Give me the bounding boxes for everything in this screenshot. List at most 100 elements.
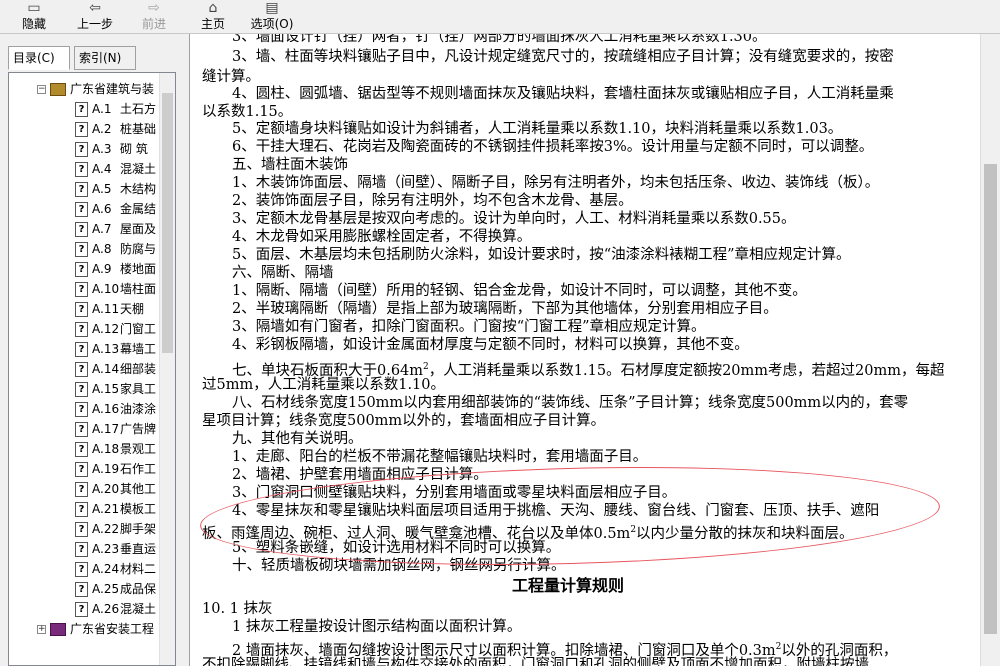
- tree-item[interactable]: ? A.1 土石方: [75, 99, 156, 119]
- content-line: 十、轻质墙板砌块墙需加钢丝网，钢丝网另行计算。: [232, 558, 566, 574]
- help-page-icon: ?: [75, 422, 88, 437]
- content-line: 过5mm，人工消耗量乘以系数1.10。: [202, 377, 446, 393]
- content-line: 3、隔墙如有门窗者，扣除门窗面积。门窗按“门窗工程”章相应规定计算。: [232, 319, 706, 335]
- tree-item[interactable]: ? A.7 屋面及: [75, 219, 156, 239]
- tree-scrollbar[interactable]: [159, 73, 175, 665]
- tree-root-node[interactable]: − 广东省建筑与装: [37, 79, 154, 99]
- tree-item[interactable]: ? A.2 桩基础: [75, 119, 156, 139]
- tree-item[interactable]: ? A.22脚手架: [75, 519, 156, 539]
- content-line: 4、木龙骨如采用膨胀螺栓固定者，不得换算。: [232, 229, 532, 245]
- collapse-icon[interactable]: −: [37, 85, 46, 94]
- tree-item[interactable]: ? A.3 砌 筑: [75, 139, 148, 159]
- tree-item[interactable]: ? A.14细部装: [75, 359, 156, 379]
- contents-tree: − 广东省建筑与装 ? A.1 土石方? A.2 桩基础? A.3 砌 筑? A.4 混凝土? A.…: [8, 72, 176, 666]
- section-heading: 工程量计算规则: [512, 576, 625, 595]
- tree-item-code: A.5: [92, 182, 112, 196]
- tree-item[interactable]: ? A.5 木结构: [75, 179, 156, 199]
- tree-item-label: 其他工: [120, 482, 157, 496]
- tree-item-label: 细部装: [120, 362, 157, 376]
- toolbar: ▭ 隐藏 ⇦ 上一步 ⇨ 前进 ⌂ 主页 ▤ 选项(O): [0, 0, 1000, 34]
- tree-item-label: 屋面及: [120, 222, 157, 236]
- tree-item-label: 材料二: [120, 562, 157, 576]
- tree-item[interactable]: ? A.19石作工: [75, 459, 156, 479]
- back-button[interactable]: ⇦ 上一步: [70, 0, 120, 34]
- help-page-icon: ?: [75, 522, 88, 537]
- hide-icon: ▭: [27, 0, 41, 16]
- help-page-icon: ?: [75, 282, 88, 297]
- content-scroll-thumb[interactable]: [984, 164, 997, 634]
- help-page-icon: ?: [75, 602, 88, 617]
- tree-second-root-node[interactable]: + 广东省安装工程: [37, 619, 154, 639]
- help-page-icon: ?: [75, 342, 88, 357]
- content-line: 八、石材线条宽度150mm以内套用细部装饰的“装饰线、压条”子目计算；线条宽度5…: [232, 395, 909, 411]
- content-line: 不扣除踢脚线、挂镜线和墙与构件交接处的面积，门窗洞口和孔洞的侧壁及顶面不增加面积…: [202, 657, 869, 666]
- content-line: 6、干挂大理石、花岗岩及陶瓷面砖的不锈钢挂件损耗率按3%。设计用量与定额不同时，…: [232, 139, 874, 155]
- tree-item[interactable]: ? A.16油漆涂: [75, 399, 156, 419]
- help-page-icon: ?: [75, 162, 88, 177]
- tree-item-code: A.22: [92, 522, 120, 536]
- content-scrollbar[interactable]: [980, 34, 1000, 666]
- tree-item[interactable]: ? A.11天棚: [75, 299, 144, 319]
- tree-item-code: A.11: [92, 302, 120, 316]
- tree-item-code: A.2: [92, 122, 112, 136]
- help-page-icon: ?: [75, 562, 88, 577]
- tree-item-label: 幕墙工: [120, 342, 157, 356]
- tree-item-code: A.20: [92, 482, 120, 496]
- tree-item-code: A.14: [92, 362, 120, 376]
- tree-item-label: 油漆涂: [120, 402, 157, 416]
- tree-item[interactable]: ? A.4 混凝土: [75, 159, 156, 179]
- arrow-left-icon: ⇦: [89, 0, 101, 16]
- tree-item-label: 混凝土: [120, 602, 157, 616]
- tree-item-label: 广告牌: [120, 422, 157, 436]
- forward-button[interactable]: ⇨ 前进: [134, 0, 174, 34]
- content-line: 2、装饰饰面层子目，除另有注明外，均不包含木龙骨、基层。: [232, 193, 633, 209]
- tree-item[interactable]: ? A.8 防腐与: [75, 239, 156, 259]
- content-line: 4、圆柱、圆弧墙、锯齿型等不规则墙面抹灰及镶贴块料，套墙柱面抹灰或镶贴相应子目，…: [232, 86, 894, 102]
- tree-item-label: 土石方: [120, 102, 157, 116]
- help-page-icon: ?: [75, 222, 88, 237]
- tree-item[interactable]: ? A.20其他工: [75, 479, 156, 499]
- tree-scroll-thumb[interactable]: [162, 93, 173, 353]
- tree-item-label: 防腐与: [120, 242, 157, 256]
- content-line: 4、彩钢板隔墙，如设计金属面材厚度与定额不同时，材料可以换算，其他不变。: [232, 337, 749, 353]
- tree-item[interactable]: ? A.18景观工: [75, 439, 156, 459]
- tree-item[interactable]: ? A.10墙柱面: [75, 279, 156, 299]
- expand-icon[interactable]: +: [37, 625, 46, 634]
- help-page-icon: ?: [75, 142, 88, 157]
- content-line: 3、定额木龙骨基层是按双向考虑的。设计为单向时，人工、材料消耗量乘以系数0.55…: [232, 211, 796, 227]
- help-page-icon: ?: [75, 482, 88, 497]
- tree-item-code: A.4: [92, 162, 112, 176]
- tree-item[interactable]: ? A.25成品保: [75, 579, 156, 599]
- content-line: 六、隔断、隔墙: [232, 265, 334, 281]
- tree-item[interactable]: ? A.23垂直运: [75, 539, 156, 559]
- tree-item[interactable]: ? A.12门窗工: [75, 319, 156, 339]
- tree-item-label: 脚手架: [120, 522, 157, 536]
- tree-item[interactable]: ? A.6 金属结: [75, 199, 156, 219]
- tree-item[interactable]: ? A.24材料二: [75, 559, 156, 579]
- tree-item[interactable]: ? A.9 楼地面: [75, 259, 156, 279]
- hide-button[interactable]: ▭ 隐藏: [14, 0, 54, 34]
- content-line: 九、其他有关说明。: [232, 431, 363, 447]
- tree-item-code: A.23: [92, 542, 120, 556]
- content-pane: 3、墙面设计钉（挂）网者，钉（挂）网部分的墙面抹灰人工消耗量乘以系数1.30。 …: [192, 34, 980, 666]
- tab-contents[interactable]: 目录(C): [8, 46, 70, 70]
- content-line: 星项目计算；线条宽度500mm以外的，套墙面相应子目计算。: [202, 413, 606, 429]
- tree-item-code: A.6: [92, 202, 112, 216]
- tree-item[interactable]: ? A.17广告牌: [75, 419, 156, 439]
- content-line: 2、墙裙、护壁套用墙面相应子目计算。: [232, 467, 488, 483]
- help-page-icon: ?: [75, 322, 88, 337]
- home-button[interactable]: ⌂ 主页: [196, 0, 230, 34]
- tree-item-code: A.3: [92, 142, 112, 156]
- tab-index[interactable]: 索引(N): [74, 46, 136, 70]
- content-line: 缝计算。: [202, 69, 260, 85]
- tree-item[interactable]: ? A.13幕墙工: [75, 339, 156, 359]
- tree-item-code: A.16: [92, 402, 120, 416]
- tree-item[interactable]: ? A.21模板工: [75, 499, 156, 519]
- content-line: 10. 1 抹灰: [202, 601, 273, 617]
- tree-item-label: 楼地面: [120, 262, 157, 276]
- tree-item[interactable]: ? A.26混凝土: [75, 599, 156, 619]
- tree-item-code: A.7: [92, 222, 112, 236]
- help-page-icon: ?: [75, 362, 88, 377]
- options-button[interactable]: ▤ 选项(O): [246, 0, 298, 34]
- tree-item[interactable]: ? A.15家具工: [75, 379, 156, 399]
